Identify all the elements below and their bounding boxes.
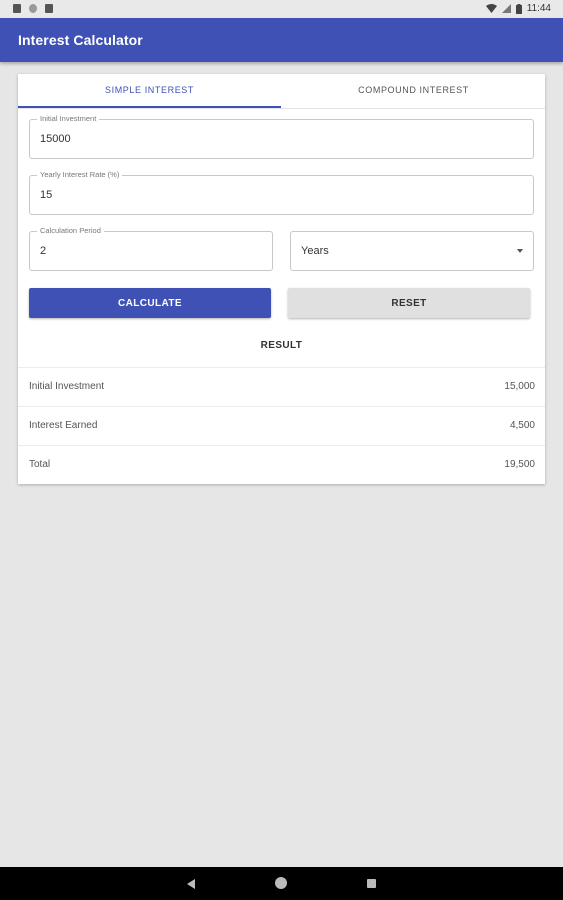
result-row-label: Initial Investment [29,381,105,392]
result-row-label: Interest Earned [29,420,98,431]
period-unit-value: Years [301,245,329,257]
tab-bar: SIMPLE INTEREST COMPOUND INTEREST [18,74,545,109]
clock-time: 11:44 [526,3,551,14]
battery-icon [515,3,522,14]
signal-icon [501,4,511,13]
result-row-label: Total [29,459,51,470]
calculation-period-input[interactable]: 2 [40,245,234,257]
result-table: Initial Investment 15,000 Interest Earne… [18,367,545,484]
notification-icon [13,4,21,13]
result-row-total: Total 19,500 [18,445,545,484]
tab-compound-interest[interactable]: COMPOUND INTEREST [282,74,545,108]
system-nav-bar [0,867,563,900]
calculator-card: SIMPLE INTEREST COMPOUND INTEREST Initia… [18,74,545,484]
reset-button[interactable]: RESET [288,288,530,318]
tab-simple-interest[interactable]: SIMPLE INTEREST [18,74,281,108]
result-row-value: 4,500 [509,420,535,431]
wifi-icon [485,4,497,13]
status-bar: 11:44 [0,0,563,18]
calculate-button[interactable]: CALCULATE [29,288,271,318]
calculation-period-label: Calculation Period [37,225,104,237]
back-icon[interactable] [187,879,195,889]
initial-investment-label: Initial Investment [37,113,100,125]
home-icon[interactable] [275,877,287,889]
app-bar: Interest Calculator [0,18,563,62]
recent-apps-icon[interactable] [367,879,376,888]
dropdown-arrow-icon[interactable] [517,249,523,253]
period-unit-select[interactable]: Years [290,231,534,271]
interest-rate-label: Yearly Interest Rate (%) [37,169,123,181]
result-row-interest-earned: Interest Earned 4,500 [18,406,545,445]
result-heading: RESULT [260,340,303,351]
sync-icon [29,4,37,13]
initial-investment-field[interactable]: Initial Investment 15000 [29,113,534,159]
result-row-value: 15,000 [504,381,535,392]
calculation-period-field[interactable]: Calculation Period 2 [29,225,273,271]
interest-rate-input[interactable]: 15 [40,189,442,201]
initial-investment-input[interactable]: 15000 [40,133,442,145]
result-row-value: 19,500 [504,459,535,470]
tab-indicator [18,106,281,108]
sd-card-icon [45,4,53,13]
app-title: Interest Calculator [18,32,143,48]
result-row-initial-investment: Initial Investment 15,000 [18,367,545,406]
interest-rate-field[interactable]: Yearly Interest Rate (%) 15 [29,169,534,215]
